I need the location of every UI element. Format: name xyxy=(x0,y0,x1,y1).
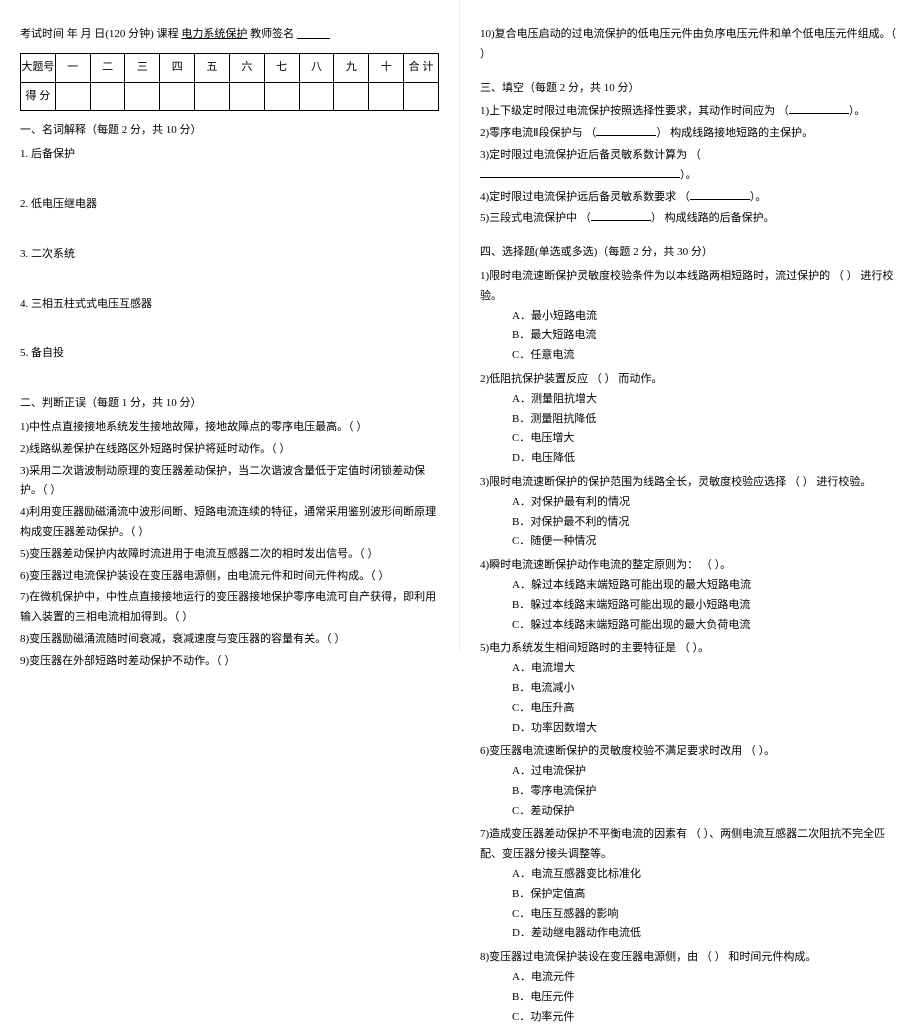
opt: D．功率因数增大 xyxy=(512,719,900,739)
hdr-cell: 七 xyxy=(264,53,299,82)
opt: B．电流减小 xyxy=(512,679,900,699)
q4-options: A．躲过本线路末端短路可能出现的最大短路电流 B．躲过本线路末端短路可能出现的最… xyxy=(480,576,900,635)
header: 考试时间 年 月 日(120 分钟) 课程 电力系统保护 教师签名 ______ xyxy=(20,25,439,45)
sec1-item: 2. 低电压继电器 xyxy=(20,195,439,215)
sec3-title: 三、填空（每题 2 分，共 10 分） xyxy=(480,79,900,99)
sig-blank: ______ xyxy=(297,28,330,40)
opt: C．躲过本线路末端短路可能出现的最大负荷电流 xyxy=(512,616,900,636)
opt: A．最小短路电流 xyxy=(512,307,900,327)
cell xyxy=(55,82,90,111)
exam-time: 考试时间 年 月 日(120 分钟) 课程 xyxy=(20,28,179,40)
opt: D．电压降低 xyxy=(512,449,900,469)
hdr-cell: 五 xyxy=(195,53,230,82)
cell xyxy=(90,82,125,111)
q1-stem: 1)限时电流速断保护灵敏度校验条件为以本线路两相短路时，流过保护的 （ ） 进行… xyxy=(480,267,900,307)
sec1-title: 一、名词解释（每题 2 分，共 10 分） xyxy=(20,121,439,141)
course-name: 电力系统保护 xyxy=(181,28,247,40)
sec1-item: 4. 三相五柱式式电压互感器 xyxy=(20,295,439,315)
opt: C．任意电流 xyxy=(512,346,900,366)
sec2-item: 1)中性点直接接地系统发生接地故障，接地故障点的零序电压最高。（ ） xyxy=(20,418,439,438)
cell xyxy=(299,82,334,111)
q5-stem: 5)电力系统发生相间短路时的主要特征是 （ ）。 xyxy=(480,639,900,659)
q2-stem: 2)低阻抗保护装置反应 （ ） 而动作。 xyxy=(480,370,900,390)
hdr-cell: 三 xyxy=(125,53,160,82)
opt: B．最大短路电流 xyxy=(512,326,900,346)
sec2-item: 8)变压器励磁涌流随时间衰减，衰减速度与变压器的容量有关。（ ） xyxy=(20,630,439,650)
cell xyxy=(229,82,264,111)
cell xyxy=(334,82,369,111)
sec3-item: 3)定时限过电流保护近后备灵敏系数计算为 （）。 xyxy=(480,146,900,186)
opt: C．电压增大 xyxy=(512,429,900,449)
opt: C．差动保护 xyxy=(512,802,900,822)
q3-stem: 3)限时电流速断保护的保护范围为线路全长，灵敏度校验应选择 （ ） 进行校验。 xyxy=(480,473,900,493)
opt: C．随便一种情况 xyxy=(512,532,900,552)
hdr-cell: 二 xyxy=(90,53,125,82)
hdr-cell: 大题号 xyxy=(21,53,56,82)
q4-stem: 4)瞬时电流速断保护动作电流的整定原则为： （ ）。 xyxy=(480,556,900,576)
opt: A．对保护最有利的情况 xyxy=(512,493,900,513)
opt: A．电流互感器变比标准化 xyxy=(512,865,900,885)
q3-options: A．对保护最有利的情况 B．对保护最不利的情况 C．随便一种情况 xyxy=(480,493,900,552)
cell xyxy=(404,82,439,111)
cell xyxy=(125,82,160,111)
sec2-item-cont: 10)复合电压启动的过电流保护的低电压元件由负序电压元件和单个低电压元件组成。（… xyxy=(480,25,900,65)
hdr-cell: 九 xyxy=(334,53,369,82)
q8-stem: 8)变压器过电流保护装设在变压器电源侧，由 （ ） 和时间元件构成。 xyxy=(480,948,900,968)
q2-options: A．测量阻抗增大 B．测量阻抗降低 C．电压增大 D．电压降低 xyxy=(480,390,900,469)
opt: A．电流元件 xyxy=(512,968,900,988)
q7-stem: 7)造成变压器差动保护不平衡电流的因素有 （ ）、两侧电流互感器二次阻抗不完全匹… xyxy=(480,825,900,865)
sec2-title: 二、判断正误（每题 1 分，共 10 分） xyxy=(20,394,439,414)
opt: C．电压升高 xyxy=(512,699,900,719)
hdr-cell: 四 xyxy=(160,53,195,82)
opt: A．测量阻抗增大 xyxy=(512,390,900,410)
sec3-item: 2)零序电流Ⅱ段保护与 （） 构成线路接地短路的主保护。 xyxy=(480,124,900,144)
cell xyxy=(160,82,195,111)
sec2-item: 2)线路纵差保护在线路区外短路时保护将延时动作。（ ） xyxy=(20,440,439,460)
sec2-item: 6)变压器过电流保护装设在变压器电源侧，由电流元件和时间元件构成。（ ） xyxy=(20,567,439,587)
sec1-item: 3. 二次系统 xyxy=(20,245,439,265)
opt: B．测量阻抗降低 xyxy=(512,410,900,430)
cell xyxy=(369,82,404,111)
sec3-item: 1)上下级定时限过电流保护按照选择性要求，其动作时间应为 （）。 xyxy=(480,102,900,122)
opt: B．保护定值高 xyxy=(512,885,900,905)
cell xyxy=(264,82,299,111)
sec4-title: 四、选择题(单选或多选)（每题 2 分，共 30 分） xyxy=(480,243,900,263)
sec2-item: 5)变压器差动保护内故障时流进用于电流互感器二次的相时发出信号。（ ） xyxy=(20,545,439,565)
hdr-cell: 六 xyxy=(229,53,264,82)
q5-options: A．电流增大 B．电流减小 C．电压升高 D．功率因数增大 xyxy=(480,659,900,738)
hdr-cell: 十 xyxy=(369,53,404,82)
sig-label: 教师签名 xyxy=(250,28,294,40)
q7-options: A．电流互感器变比标准化 B．保护定值高 C．电压互感器的影响 D．差动继电器动… xyxy=(480,865,900,944)
sec2-item: 9)变压器在外部短路时差动保护不动作。（ ） xyxy=(20,652,439,672)
sec2-item: 4)利用变压器励磁涌流中波形间断、短路电流连续的特征，通常采用鉴别波形间断原理构… xyxy=(20,503,439,543)
sec1-item: 5. 备自投 xyxy=(20,344,439,364)
opt: A．过电流保护 xyxy=(512,762,900,782)
sec3-item: 4)定时限过电流保护远后备灵敏系数要求 （）。 xyxy=(480,188,900,208)
hdr-cell: 合 计 xyxy=(404,53,439,82)
opt: C．功率元件 xyxy=(512,1008,900,1027)
sec1-item: 1. 后备保护 xyxy=(20,145,439,165)
row-label: 得 分 xyxy=(21,82,56,111)
sec2-item: 7)在微机保护中，中性点直接接地运行的变压器接地保护零序电流可自产获得，即利用输… xyxy=(20,588,439,628)
opt: B．零序电流保护 xyxy=(512,782,900,802)
hdr-cell: 八 xyxy=(299,53,334,82)
opt: B．躲过本线路末端短路可能出现的最小短路电流 xyxy=(512,596,900,616)
sec3-item: 5)三段式电流保护中 （） 构成线路的后备保护。 xyxy=(480,209,900,229)
opt: D．差动继电器动作电流低 xyxy=(512,924,900,944)
sec2-item: 3)采用二次谐波制动原理的变压器差动保护，当二次谐波含量低于定值时闭锁差动保护。… xyxy=(20,462,439,502)
q6-stem: 6)变压器电流速断保护的灵敏度校验不满足要求时改用 （ ）。 xyxy=(480,742,900,762)
q1-options: A．最小短路电流 B．最大短路电流 C．任意电流 xyxy=(480,307,900,366)
hdr-cell: 一 xyxy=(55,53,90,82)
opt: C．电压互感器的影响 xyxy=(512,905,900,925)
opt: B．对保护最不利的情况 xyxy=(512,513,900,533)
q6-options: A．过电流保护 B．零序电流保护 C．差动保护 xyxy=(480,762,900,821)
q8-options: A．电流元件 B．电压元件 C．功率元件 xyxy=(480,968,900,1027)
score-table: 大题号 一 二 三 四 五 六 七 八 九 十 合 计 得 分 xyxy=(20,53,439,112)
opt: A．电流增大 xyxy=(512,659,900,679)
opt: B．电压元件 xyxy=(512,988,900,1008)
cell xyxy=(195,82,230,111)
opt: A．躲过本线路末端短路可能出现的最大短路电流 xyxy=(512,576,900,596)
